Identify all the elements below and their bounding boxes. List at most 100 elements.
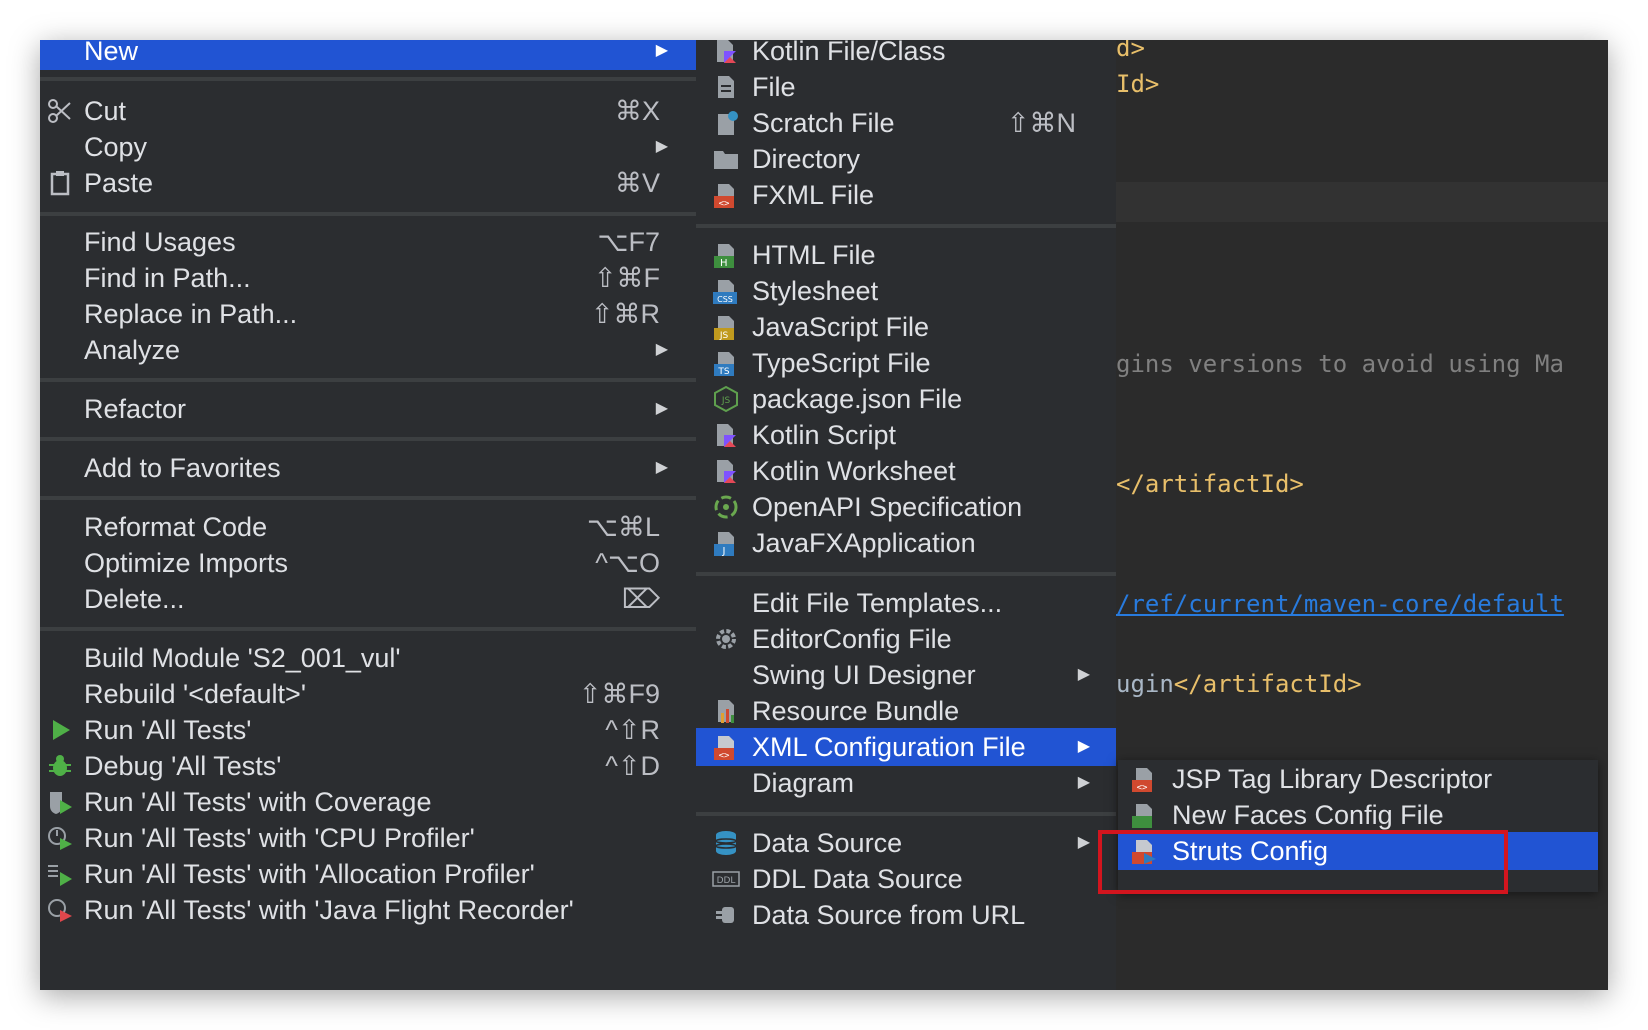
menu-item-label: Copy bbox=[84, 132, 148, 162]
submenu-arrow-icon: ▶ bbox=[1077, 774, 1090, 791]
menu-item-label: OpenAPI Specification bbox=[752, 492, 1023, 522]
menu-item-debug-all-tests[interactable]: Debug 'All Tests' ^⇧D bbox=[40, 747, 696, 785]
menu-item-label: Run 'All Tests' with Coverage bbox=[84, 787, 432, 817]
menu-item-swing-ui-designer[interactable]: Swing UI Designer ▶ bbox=[696, 656, 1116, 694]
code-text: ugin bbox=[1116, 670, 1174, 698]
menu-item-label: Directory bbox=[752, 144, 861, 174]
flight-recorder-icon bbox=[48, 899, 72, 922]
xml-file-icon: <> bbox=[714, 736, 734, 761]
submenu-arrow-icon: ▶ bbox=[1077, 834, 1090, 851]
menu-item-kotlin-script[interactable]: Kotlin Script bbox=[696, 416, 1116, 454]
menu-item-label: Reformat Code bbox=[84, 512, 268, 542]
menu-item-edit-file-templates[interactable]: Edit File Templates... bbox=[696, 584, 1116, 622]
menu-item-label: Run 'All Tests' bbox=[84, 715, 252, 745]
menu-item-data-source-from-url[interactable]: Data Source from URL bbox=[696, 896, 1116, 934]
menu-item-label: Delete... bbox=[84, 584, 185, 614]
menu-item-label: Cut bbox=[84, 96, 127, 126]
menu-item-javascript-file[interactable]: JS JavaScript File bbox=[696, 308, 1116, 346]
menu-item-label: package.json File bbox=[752, 384, 963, 414]
menu-item-kotlin-worksheet[interactable]: Kotlin Worksheet bbox=[696, 452, 1116, 490]
menu-item-label: EditorConfig File bbox=[752, 624, 952, 654]
css-file-icon: CSS bbox=[713, 280, 737, 304]
shortcut: ⌘V bbox=[614, 168, 660, 198]
menu-item-xml-configuration-file[interactable]: <> XML Configuration File ▶ bbox=[696, 728, 1116, 766]
menu-item-add-to-favorites[interactable]: Add to Favorites ▶ bbox=[40, 449, 696, 487]
menu-item-fxml-file[interactable]: <> FXML File bbox=[696, 176, 1116, 214]
menu-item-resource-bundle[interactable]: Resource Bundle bbox=[696, 692, 1116, 730]
icon-glyph: <> bbox=[719, 751, 730, 761]
scratch-file-icon bbox=[718, 111, 738, 135]
menu-item-typescript-file[interactable]: TS TypeScript File bbox=[696, 344, 1116, 382]
menu-item-copy[interactable]: Copy ▶ bbox=[40, 128, 696, 166]
menu-item-html-file[interactable]: H HTML File bbox=[696, 236, 1116, 274]
menu-item-new[interactable]: New ▶ bbox=[40, 40, 696, 70]
menu-item-directory[interactable]: Directory bbox=[696, 140, 1116, 178]
menu-item-label: Edit File Templates... bbox=[752, 588, 1003, 618]
menu-item-delete[interactable]: Delete... ⌦ bbox=[40, 580, 696, 618]
menu-item-scratch-file[interactable]: Scratch File ⇧⌘N bbox=[696, 104, 1116, 142]
menu-item-label: FXML File bbox=[752, 180, 875, 210]
menu-item-label: Find Usages bbox=[84, 227, 236, 257]
menu-item-label: Swing UI Designer bbox=[752, 660, 976, 690]
menu-item-diagram[interactable]: Diagram ▶ bbox=[696, 764, 1116, 802]
menu-item-editorconfig-file[interactable]: EditorConfig File bbox=[696, 620, 1116, 658]
menu-item-label: Stylesheet bbox=[752, 276, 879, 306]
menu-item-analyze[interactable]: Analyze ▶ bbox=[40, 331, 696, 369]
menu-item-rebuild[interactable]: Rebuild '<default>' ⇧⌘F9 bbox=[40, 675, 696, 713]
menu-item-stylesheet[interactable]: CSS Stylesheet bbox=[696, 272, 1116, 310]
submenu-arrow-icon: ▶ bbox=[655, 138, 668, 155]
menu-item-label: Diagram bbox=[752, 768, 855, 798]
menu-item-label: HTML File bbox=[752, 240, 876, 270]
menu-item-javafx-application[interactable]: J JavaFXApplication bbox=[696, 524, 1116, 562]
profiler-icon bbox=[48, 827, 72, 850]
menu-item-replace-in-path[interactable]: Replace in Path... ⇧⌘R bbox=[40, 295, 696, 333]
menu-item-run-all-tests[interactable]: Run 'All Tests' ^⇧R bbox=[40, 711, 696, 749]
menu-item-find-usages[interactable]: Find Usages ⌥F7 bbox=[40, 223, 696, 261]
menu-separator bbox=[696, 812, 1116, 816]
menu-item-label: Run 'All Tests' with 'Allocation Profile… bbox=[84, 859, 535, 889]
menu-item-label: JavaFXApplication bbox=[752, 528, 976, 558]
ts-file-icon: TS bbox=[714, 352, 734, 377]
menu-item-run-allocation-profiler[interactable]: Run 'All Tests' with 'Allocation Profile… bbox=[40, 855, 696, 893]
menu-item-run-cpu-profiler[interactable]: Run 'All Tests' with 'CPU Profiler' bbox=[40, 819, 696, 857]
icon-glyph: CSS bbox=[717, 295, 733, 304]
run-icon bbox=[53, 720, 70, 740]
icon-glyph: DDL bbox=[717, 876, 736, 886]
icon-glyph: <> bbox=[719, 199, 730, 209]
fxml-file-icon: <> bbox=[714, 184, 734, 209]
menu-item-file[interactable]: File bbox=[696, 68, 1116, 106]
menu-separator bbox=[696, 572, 1116, 576]
menu-item-ddl-data-source[interactable]: DDL DDL Data Source bbox=[696, 860, 1116, 898]
menu-item-data-source[interactable]: Data Source ▶ bbox=[696, 824, 1116, 862]
menu-separator bbox=[40, 437, 696, 441]
menu-item-cut[interactable]: Cut ⌘X bbox=[40, 92, 696, 130]
clipboard-icon bbox=[50, 171, 70, 196]
code-line: Id> bbox=[1116, 70, 1160, 98]
code-line: ugin</artifactId> bbox=[1116, 670, 1362, 698]
shortcut: ⌥F7 bbox=[597, 227, 660, 257]
java-file-icon: J bbox=[714, 532, 734, 557]
shortcut: ^⇧R bbox=[605, 715, 660, 745]
menu-item-run-flight-recorder[interactable]: Run 'All Tests' with 'Java Flight Record… bbox=[40, 891, 696, 929]
context-menu: New ▶ Cut ⌘X Copy ▶ Paste ⌘V Find Usages… bbox=[40, 40, 696, 990]
menu-item-jsp-tag-library-descriptor[interactable]: <> JSP Tag Library Descriptor bbox=[1118, 760, 1598, 798]
scissors-icon bbox=[48, 99, 71, 123]
menu-item-kotlin-file-class[interactable]: Kotlin File/Class bbox=[696, 40, 1116, 70]
menu-item-run-coverage[interactable]: Run 'All Tests' with Coverage bbox=[40, 783, 696, 821]
menu-separator bbox=[40, 212, 696, 216]
menu-item-package-json-file[interactable]: JS package.json File bbox=[696, 380, 1116, 418]
menu-item-label: Kotlin File/Class bbox=[752, 40, 946, 66]
faces-file-icon bbox=[1132, 804, 1152, 828]
code-link[interactable]: /ref/current/maven-core/default bbox=[1116, 590, 1564, 618]
menu-item-reformat-code[interactable]: Reformat Code ⌥⌘L bbox=[40, 508, 696, 546]
menu-item-paste[interactable]: Paste ⌘V bbox=[40, 164, 696, 202]
menu-item-optimize-imports[interactable]: Optimize Imports ^⌥O bbox=[40, 544, 696, 582]
html-file-icon: H bbox=[714, 244, 734, 269]
menu-item-build-module[interactable]: Build Module 'S2_001_vul' bbox=[40, 639, 696, 677]
menu-item-find-in-path[interactable]: Find in Path... ⇧⌘F bbox=[40, 259, 696, 297]
menu-item-refactor[interactable]: Refactor ▶ bbox=[40, 390, 696, 428]
code-tag: </artifactId> bbox=[1173, 670, 1362, 698]
menu-item-openapi[interactable]: OpenAPI Specification bbox=[696, 488, 1116, 526]
menu-item-new-faces-config-file[interactable]: New Faces Config File bbox=[1118, 796, 1598, 834]
shortcut: ^⇧D bbox=[605, 751, 660, 781]
